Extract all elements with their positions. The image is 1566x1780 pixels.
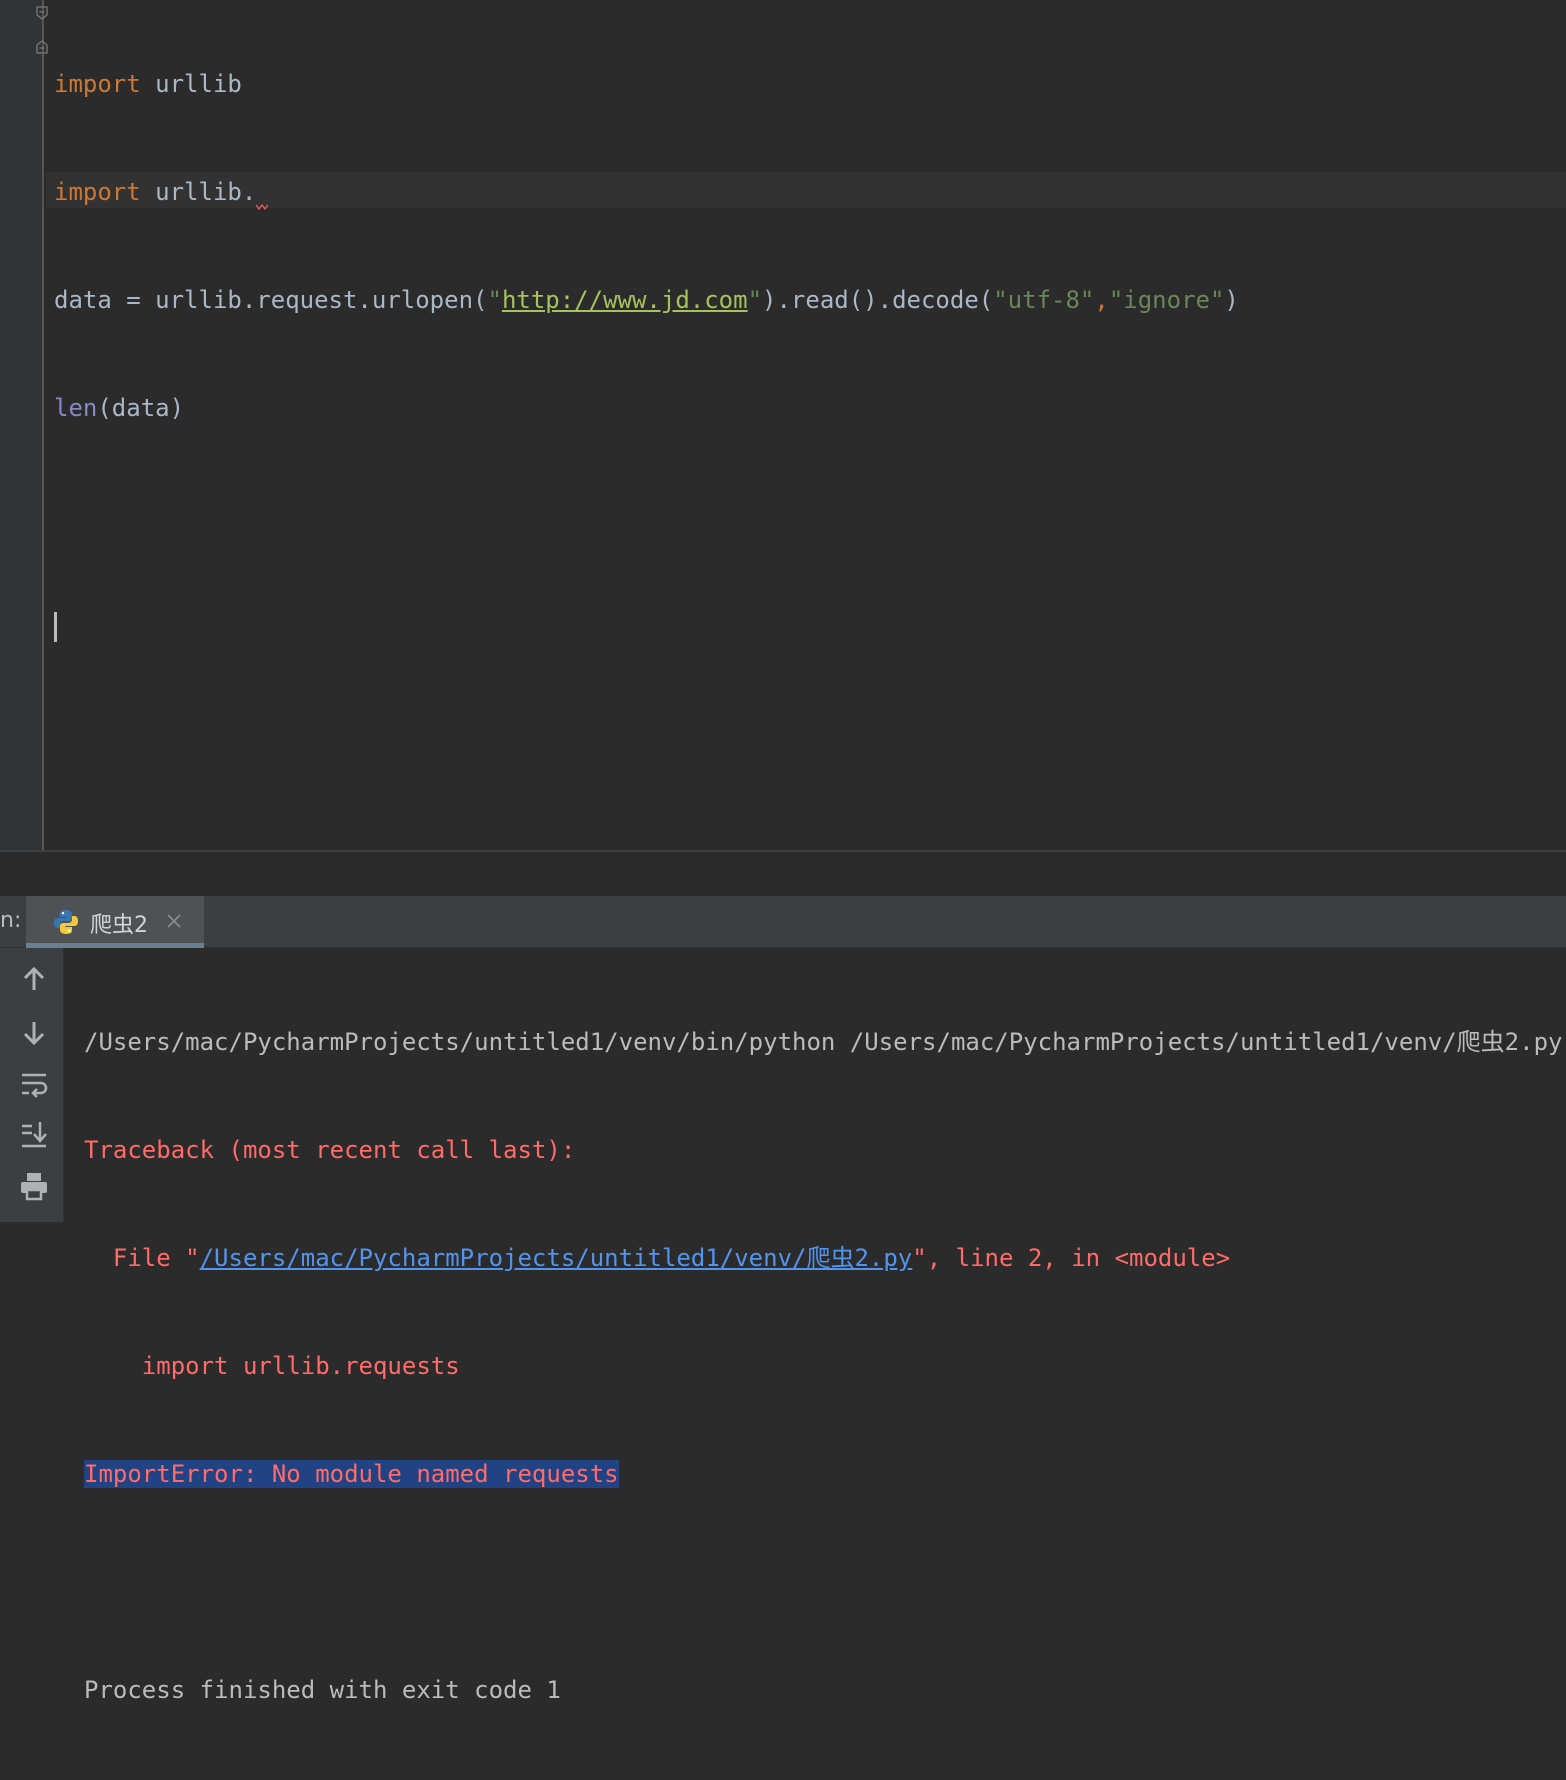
code-area[interactable]: import urllib import urllib. data = urll… <box>54 0 1239 714</box>
soft-wrap-icon[interactable] <box>18 1068 50 1100</box>
run-label: n: <box>0 908 22 933</box>
string-literal: "utf-8" <box>993 286 1095 314</box>
console-toolbar <box>0 948 64 1222</box>
print-icon[interactable] <box>18 1170 50 1202</box>
code-text: (data) <box>97 394 185 422</box>
close-icon[interactable] <box>166 913 182 929</box>
builtin-function: len <box>54 394 98 422</box>
code-line: import urllib. <box>54 174 1239 210</box>
string-quote: " <box>747 286 763 314</box>
panel-splitter[interactable] <box>0 850 1566 896</box>
editor-gutter <box>0 0 48 850</box>
string-literal: "ignore" <box>1108 286 1225 314</box>
traceback-file-prefix: File " <box>84 1244 200 1272</box>
arrow-down-icon[interactable] <box>18 1016 50 1048</box>
python-icon <box>54 910 78 934</box>
keyword: import <box>54 178 141 206</box>
code-text: data = urllib.request.urlopen( <box>54 286 488 314</box>
traceback-file-line: File "/Users/mac/PycharmProjects/untitle… <box>84 1240 1562 1276</box>
code-text: urllib. <box>140 178 257 206</box>
traceback-file-link[interactable]: /Users/mac/PycharmProjects/untitled1/ven… <box>200 1244 913 1272</box>
code-text: ) <box>1224 286 1239 314</box>
scroll-to-end-icon[interactable] <box>18 1118 50 1150</box>
comma: , <box>1094 286 1109 314</box>
code-editor[interactable]: import urllib import urllib. data = urll… <box>0 0 1566 850</box>
text-caret <box>54 611 57 642</box>
fold-marker-icon[interactable] <box>36 40 48 54</box>
url-link[interactable]: http://www.jd.com <box>502 286 748 314</box>
run-tab[interactable]: 爬虫2 <box>26 896 204 948</box>
traceback-file-suffix: ", line 2, in <module> <box>912 1244 1231 1272</box>
console-output[interactable]: /Users/mac/PycharmProjects/untitled1/ven… <box>64 948 1566 1704</box>
code-line: data = urllib.request.urlopen("http://ww… <box>54 282 1239 318</box>
code-line: len(data) <box>54 390 1239 426</box>
code-line: import urllib <box>54 66 1239 102</box>
traceback-source-line: import urllib.requests <box>84 1352 460 1380</box>
traceback-header: Traceback (most recent call last): <box>84 1136 576 1164</box>
keyword: import <box>54 70 141 98</box>
fold-marker-icon[interactable] <box>36 6 48 20</box>
console-command-line: /Users/mac/PycharmProjects/untitled1/ven… <box>84 1028 1563 1056</box>
error-squiggle-icon <box>256 203 269 210</box>
code-line <box>54 606 1239 642</box>
code-text: urllib <box>140 70 242 98</box>
exit-status: Process finished with exit code 1 <box>84 1676 561 1704</box>
code-text: ).read().decode( <box>762 286 994 314</box>
error-message: ImportError: No module named requests <box>84 1460 619 1488</box>
run-tab-title: 爬虫2 <box>90 913 148 938</box>
string-quote: " <box>487 286 502 314</box>
run-tool-window-header: n: 爬虫2 <box>0 896 1566 948</box>
arrow-up-icon[interactable] <box>18 964 50 996</box>
error-line: ImportError: No module named requests <box>84 1456 1562 1492</box>
